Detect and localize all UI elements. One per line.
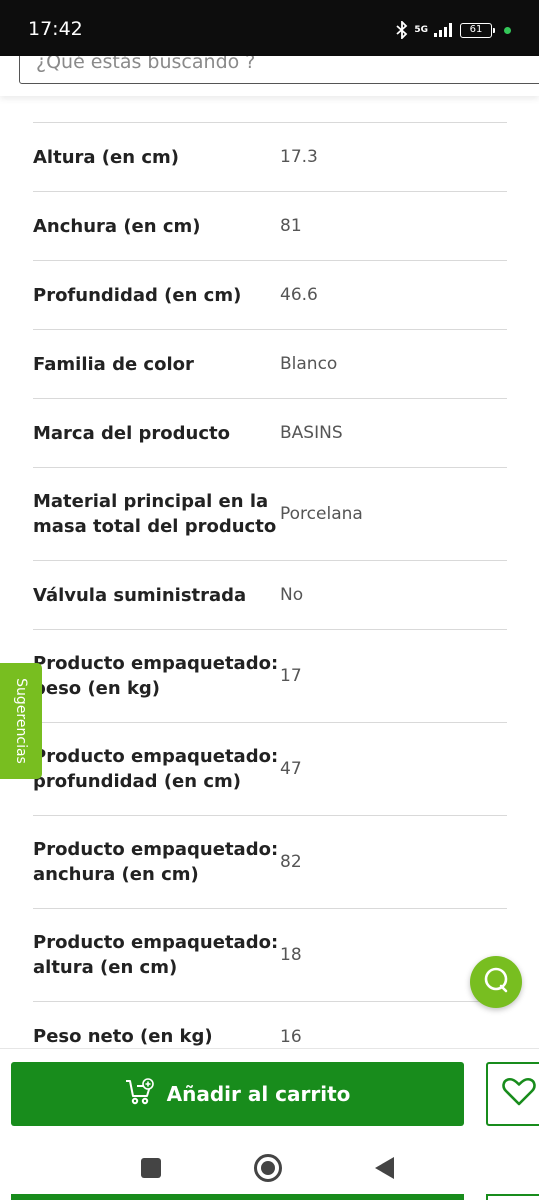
signal-icon xyxy=(434,23,454,37)
home-icon[interactable] xyxy=(254,1154,282,1182)
spec-value: 82 xyxy=(280,852,302,872)
system-navigation-bar xyxy=(0,1152,539,1194)
spec-row: Producto empaquetado: altura (en cm) 18 xyxy=(33,909,507,1002)
search-placeholder: ¿Qué estás buscando ? xyxy=(36,56,256,73)
spec-row: Producto empaquetado: peso (en kg) 17 xyxy=(33,630,507,723)
spec-label: Material principal en la masa total del … xyxy=(33,491,277,537)
add-to-cart-button[interactable]: Añadir al carrito xyxy=(11,1062,464,1126)
spec-value: Blanco xyxy=(280,354,338,374)
bluetooth-icon xyxy=(396,21,408,39)
chat-button[interactable] xyxy=(470,956,522,1008)
spec-label: Producto empaquetado: anchura (en cm) xyxy=(33,839,279,885)
spec-label: Altura (en cm) xyxy=(33,146,179,168)
spec-row: Material principal en la masa total del … xyxy=(33,468,507,561)
spec-value: 47 xyxy=(280,759,302,779)
spec-row: Altura (en cm) 17.3 xyxy=(33,123,507,192)
spec-label: Producto empaquetado: peso (en kg) xyxy=(33,653,279,699)
heart-icon xyxy=(502,1077,536,1111)
suggestions-tab-label: Sugerencias xyxy=(13,678,29,764)
spec-label: Familia de color xyxy=(33,353,194,375)
battery-icon: 61 xyxy=(460,22,495,38)
wishlist-button[interactable] xyxy=(486,1062,539,1126)
spec-value: 46.6 xyxy=(280,285,318,305)
spec-value: 18 xyxy=(280,945,302,965)
spec-value: 16 xyxy=(280,1026,302,1047)
status-time: 17:42 xyxy=(28,18,83,40)
spec-row: Anchura (en cm) 81 xyxy=(33,192,507,261)
recent-apps-icon[interactable] xyxy=(141,1158,161,1178)
spec-value: 81 xyxy=(280,216,302,236)
spec-label: Válvula suministrada xyxy=(33,584,247,606)
spec-value: BASINS xyxy=(280,423,343,443)
header: ¿Qué estás buscando ? xyxy=(0,56,539,96)
network-label: 5G xyxy=(414,25,428,35)
spec-label: Producto empaquetado: profundidad (en cm… xyxy=(33,746,279,792)
spec-label: Profundidad (en cm) xyxy=(33,284,242,306)
bottom-action-bar: Añadir al carrito xyxy=(0,1048,539,1152)
cart-plus-icon xyxy=(125,1078,155,1110)
back-icon[interactable] xyxy=(375,1157,394,1179)
spec-value: Porcelana xyxy=(280,504,363,524)
status-icons: 5G 61 xyxy=(396,20,511,40)
spec-row: Profundidad (en cm) 46.6 xyxy=(33,261,507,330)
spec-value: 17 xyxy=(280,666,302,686)
spec-row: Marca del producto BASINS xyxy=(33,399,507,468)
spec-value: No xyxy=(280,585,304,605)
spec-label: Peso neto (en kg) xyxy=(33,1026,213,1047)
search-input[interactable]: ¿Qué estás buscando ? xyxy=(19,56,539,84)
add-to-cart-button-peek xyxy=(11,1194,464,1200)
spec-label: Anchura (en cm) xyxy=(33,215,201,237)
spec-row: Válvula suministrada No xyxy=(33,561,507,630)
spec-value: 17.3 xyxy=(280,147,318,167)
add-to-cart-label: Añadir al carrito xyxy=(166,1082,351,1106)
spec-label: Producto empaquetado: altura (en cm) xyxy=(33,932,279,978)
specifications-table: Altura (en cm) 17.3 Anchura (en cm) 81 P… xyxy=(33,122,507,1071)
privacy-indicator-dot xyxy=(504,26,511,34)
spec-row: Familia de color Blanco xyxy=(33,330,507,399)
spec-label: Marca del producto xyxy=(33,422,231,444)
wishlist-button-peek xyxy=(486,1194,539,1200)
spec-row: Producto empaquetado: profundidad (en cm… xyxy=(33,723,507,816)
suggestions-tab[interactable]: Sugerencias xyxy=(0,663,42,779)
status-bar: 17:42 5G 61 xyxy=(0,0,539,56)
chat-bubble-icon xyxy=(481,965,511,999)
spec-row: Producto empaquetado: anchura (en cm) 82 xyxy=(33,816,507,909)
